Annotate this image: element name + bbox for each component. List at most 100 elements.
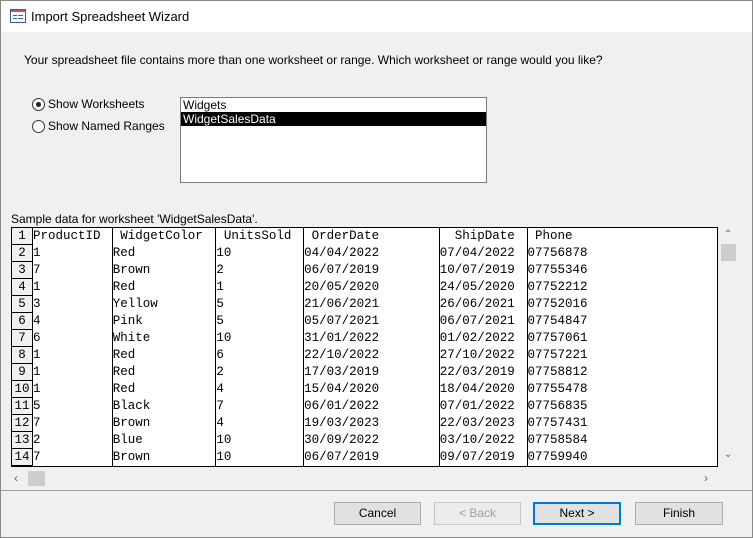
table-cell: 15/04/2020 xyxy=(304,381,440,398)
cancel-button[interactable]: Cancel xyxy=(334,502,421,525)
table-cell: 4 xyxy=(33,313,113,330)
list-item-widgetsalesdata[interactable]: WidgetSalesData xyxy=(181,112,486,126)
sample-data-label: Sample data for worksheet 'WidgetSalesDa… xyxy=(11,212,258,226)
table-cell: 26/06/2021 xyxy=(440,296,528,313)
table-row: 8 1 Red 6 22/10/2022 27/10/2022 07757221 xyxy=(12,347,717,364)
row-number[interactable]: 12 xyxy=(12,415,33,432)
table-cell: 04/04/2022 xyxy=(304,245,440,262)
table-row: 3 7 Brown 2 06/07/2019 10/07/2019 07755346 xyxy=(12,262,717,279)
row-number[interactable]: 7 xyxy=(12,330,33,347)
table-row: 4 1 Red 1 20/05/2020 24/05/2020 07752212 xyxy=(12,279,717,296)
row-number[interactable]: 5 xyxy=(12,296,33,313)
radio-unchecked-icon xyxy=(32,119,45,133)
table-cell: 2 xyxy=(33,432,113,449)
table-cell: 07/01/2022 xyxy=(440,398,528,415)
row-number[interactable]: 6 xyxy=(12,313,33,330)
row-number[interactable]: 4 xyxy=(12,279,33,296)
table-cell: Red xyxy=(113,381,217,398)
row-number[interactable]: 11 xyxy=(12,398,33,415)
table-cell: 2 xyxy=(216,262,305,279)
scroll-left-icon[interactable]: ‹ xyxy=(14,471,18,485)
table-cell: 5 xyxy=(33,398,113,415)
table-row: 6 4 Pink 5 05/07/2021 06/07/2021 07754847 xyxy=(12,313,717,330)
column-header[interactable]: OrderDate xyxy=(304,228,440,245)
finish-button[interactable]: Finish xyxy=(635,502,723,525)
table-cell: 22/03/2019 xyxy=(440,364,528,381)
scrollbar-thumb[interactable] xyxy=(28,471,45,486)
separator xyxy=(1,490,752,491)
row-number[interactable]: 2 xyxy=(12,245,33,262)
table-cell: Red xyxy=(113,279,217,296)
column-header[interactable]: ShipDate xyxy=(440,228,528,245)
row-number[interactable]: 3 xyxy=(12,262,33,279)
vertical-scrollbar[interactable]: ⌃ ⌄ xyxy=(720,227,737,466)
table-cell: 22/03/2023 xyxy=(440,415,528,432)
table-cell: 22/10/2022 xyxy=(304,347,440,364)
table-row: 14 7 Brown 10 06/07/2019 09/07/2019 07759940 xyxy=(12,449,717,466)
table-cell: 10 xyxy=(216,330,305,347)
table-cell: 07757221 xyxy=(527,348,588,362)
table-cell: 07755478 xyxy=(527,382,588,396)
table-cell: 1 xyxy=(216,279,305,296)
table-cell: 06/07/2021 xyxy=(440,313,528,330)
row-number[interactable]: 14 xyxy=(12,449,33,466)
table-cell: 20/05/2020 xyxy=(304,279,440,296)
table-cell: 7 xyxy=(216,398,305,415)
table-cell: 10/07/2019 xyxy=(440,262,528,279)
row-number[interactable]: 1 xyxy=(12,228,33,245)
table-cell: 17/03/2019 xyxy=(304,364,440,381)
table-cell: 06/07/2019 xyxy=(304,449,440,466)
table-cell: Brown xyxy=(113,262,217,279)
table-cell: 21/06/2021 xyxy=(304,296,440,313)
worksheet-listbox[interactable]: Widgets WidgetSalesData xyxy=(180,97,487,183)
table-cell: Pink xyxy=(113,313,217,330)
table-cell: 30/09/2022 xyxy=(304,432,440,449)
next-button[interactable]: Next > xyxy=(533,502,621,525)
table-cell: White xyxy=(113,330,217,347)
instruction-text: Your spreadsheet file contains more than… xyxy=(24,53,603,67)
column-header[interactable]: ProductID xyxy=(33,228,113,245)
back-button[interactable]: < Back xyxy=(434,502,521,525)
table-cell: 07756878 xyxy=(527,246,588,260)
show-named-ranges-radio[interactable]: Show Named Ranges xyxy=(32,119,165,133)
table-cell: 27/10/2022 xyxy=(440,347,528,364)
table-cell: 07757061 xyxy=(527,331,588,345)
column-header[interactable]: WidgetColor xyxy=(113,228,217,245)
row-number[interactable]: 8 xyxy=(12,347,33,364)
table-cell: Red xyxy=(113,245,217,262)
table-cell: 07/04/2022 xyxy=(440,245,528,262)
title-bar: Import Spreadsheet Wizard xyxy=(1,1,752,32)
table-cell: 07759940 xyxy=(527,450,588,464)
table-cell: 06/07/2019 xyxy=(304,262,440,279)
horizontal-scrollbar[interactable]: ‹ › xyxy=(11,470,720,487)
table-cell: 07756835 xyxy=(527,399,588,413)
table-cell: Red xyxy=(113,364,217,381)
table-cell: 1 xyxy=(33,245,113,262)
row-number[interactable]: 13 xyxy=(12,432,33,449)
table-cell: 07752212 xyxy=(527,280,588,294)
table-cell: 10 xyxy=(216,245,305,262)
table-row: 10 1 Red 4 15/04/2020 18/04/2020 07755478 xyxy=(12,381,717,398)
table-cell: 07758812 xyxy=(527,365,588,379)
scroll-right-icon[interactable]: › xyxy=(704,471,708,485)
table-row: 5 3 Yellow 5 21/06/2021 26/06/2021 07752016 xyxy=(12,296,717,313)
scroll-up-icon[interactable]: ⌃ xyxy=(724,229,732,240)
scrollbar-thumb[interactable] xyxy=(721,244,736,261)
table-cell: 5 xyxy=(216,296,305,313)
list-item-widgets[interactable]: Widgets xyxy=(181,98,486,112)
table-cell: 18/04/2020 xyxy=(440,381,528,398)
table-cell: 5 xyxy=(216,313,305,330)
table-row: 11 5 Black 7 06/01/2022 07/01/2022 07756835 xyxy=(12,398,717,415)
column-header[interactable]: Phone xyxy=(528,228,717,245)
scroll-down-icon[interactable]: ⌄ xyxy=(724,449,732,460)
table-cell: 05/07/2021 xyxy=(304,313,440,330)
column-header[interactable]: UnitsSold xyxy=(216,228,305,245)
table-cell: 07754847 xyxy=(527,314,588,328)
sample-data-grid[interactable]: 1 ProductID WidgetColor UnitsSold OrderDa… xyxy=(11,227,718,467)
row-number[interactable]: 10 xyxy=(12,381,33,398)
table-row: 12 7 Brown 4 19/03/2023 22/03/2023 07757431 xyxy=(12,415,717,432)
show-worksheets-radio[interactable]: Show Worksheets xyxy=(32,97,145,111)
row-number[interactable]: 9 xyxy=(12,364,33,381)
table-cell: 4 xyxy=(216,381,305,398)
table-cell: 07757431 xyxy=(527,416,588,430)
